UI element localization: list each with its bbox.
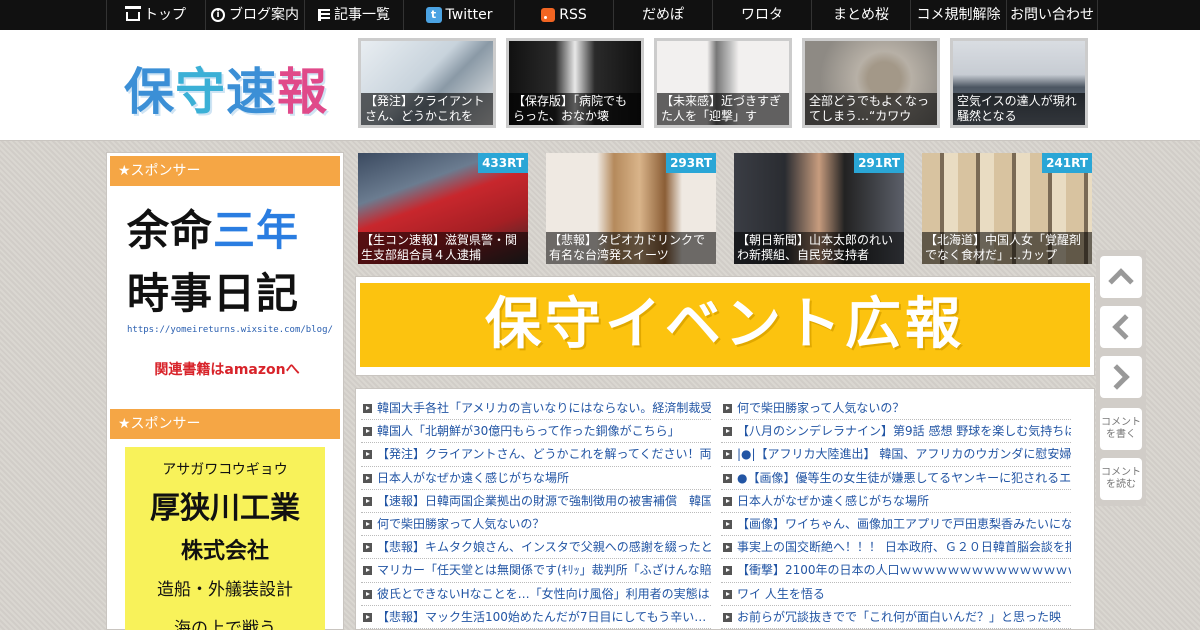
sponsor-header: ★スポンサー <box>110 409 340 439</box>
nav-blog-guide[interactable]: i ブログ案内 <box>205 0 304 30</box>
nav-warota[interactable]: ワロタ <box>712 0 811 30</box>
site-header: 保守速報 【発注】クライアントさん、どうかこれを 【保存版】「病院でもらった、お… <box>0 30 1200 141</box>
list-item[interactable]: マリカー「任天堂とは無関係です(ｷﾘｯ」裁判所「ふざけんな賠 <box>361 559 711 583</box>
left-sidebar: ★スポンサー 余命三年 時事日記 https://yomeireturns.wi… <box>106 152 344 630</box>
list-item[interactable]: 彼氏とできないHなことを…「女性向け風俗」利用者の実態は <box>361 583 711 606</box>
amazon-link[interactable]: 関連書籍はamazonへ <box>127 359 327 379</box>
rt-badge: 241RT <box>1042 153 1092 173</box>
nav-twitter[interactable]: t Twitter <box>403 0 514 30</box>
nav-contact[interactable]: お問い合わせ <box>1006 0 1098 30</box>
read-comment-button[interactable]: コメントを読む <box>1100 458 1142 500</box>
list-item[interactable]: 【速報】日韓両国企業拠出の財源で強制徴用の被害補償 韓国 <box>361 490 711 513</box>
nav-article-list[interactable]: 記事一覧 <box>304 0 403 30</box>
ranking-card[interactable]: 293RT 【悲報】タピオカドリンクで有名な台湾発スイーツ <box>546 153 716 264</box>
ranking-card[interactable]: 291RT 【朝日新聞】山本太郎のれいわ新撰組、自民党支持者 <box>734 153 904 264</box>
twitter-icon: t <box>425 7 442 23</box>
rt-badge: 291RT <box>854 153 904 173</box>
event-banner-box: 保守イベント広報 <box>355 276 1095 376</box>
article-column-left: 韓国大手各社「アメリカの言いなりにはならない。経済制裁受 韓国人「北朝鮮が30億… <box>361 397 711 629</box>
list-item[interactable]: 【画像】ワイちゃん、画像加工アプリで戸田恵梨香みたいにな <box>721 513 1071 537</box>
list-item[interactable]: 事実上の国交断絶へ！！！ 日本政府、Ｇ２０日韓首脳会談を拒 <box>721 536 1071 560</box>
chevron-left-icon <box>1112 314 1138 340</box>
header-thumb[interactable]: 全部どうでもよくなってしまう…“カワウ <box>802 38 940 128</box>
write-comment-button[interactable]: コメントを書く <box>1100 408 1142 450</box>
list-icon <box>318 9 330 21</box>
chevron-up-icon <box>1108 268 1134 294</box>
nav-rss[interactable]: RSS <box>514 0 613 30</box>
ranking-card[interactable]: 433RT 【生コン速報】滋賀県警・関生支部組合員４人逮捕 <box>358 153 528 264</box>
top-nav: トップ i ブログ案内 記事一覧 t Twitter RSS だめぽ ワロタ ま… <box>0 0 1200 30</box>
list-item[interactable]: 何で柴田勝家って人気ないの？ <box>361 513 711 537</box>
info-icon: i <box>211 8 225 22</box>
list-item[interactable]: 【八月のシンデレラナイン】第9話 感想 野球を楽しむ気持ちは <box>721 420 1071 444</box>
chevron-right-icon <box>1104 364 1130 390</box>
rt-badge: 293RT <box>666 153 716 173</box>
nav-matome-sakura[interactable]: まとめ桜 <box>811 0 910 30</box>
list-item[interactable]: 日本人がなぜか遠く感じがちな場所 <box>361 467 711 490</box>
site-logo[interactable]: 保守速報 <box>124 52 328 124</box>
next-article-button[interactable] <box>1100 356 1142 398</box>
nav-comment-unblock[interactable]: コメ規制解除 <box>910 0 1006 30</box>
nav-damepo[interactable]: だめぽ <box>613 0 712 30</box>
list-item[interactable]: ●【画像】優等生の女生徒が嫌悪してるヤンキーに犯されるエ● <box>721 467 1071 490</box>
article-list: 韓国大手各社「アメリカの言いなりにはならない。経済制裁受 韓国人「北朝鮮が30億… <box>355 388 1095 630</box>
list-item[interactable]: 【悲報】マック生活100始めたんだが7日目にしてもう辛い… <box>361 606 711 629</box>
list-item[interactable]: 何で柴田勝家って人気ないの？ <box>721 397 1071 421</box>
nav-top[interactable]: トップ <box>106 0 205 30</box>
header-thumb[interactable]: 【発注】クライアントさん、どうかこれを <box>358 38 496 128</box>
floating-nav: コメントを書く コメントを読む <box>1096 250 1146 506</box>
list-item[interactable]: 韓国大手各社「アメリカの言いなりにはならない。経済制裁受 <box>361 397 711 421</box>
list-item[interactable]: |●|【アフリカ大陸進出】 韓国、アフリカのウガンダに慰安婦の <box>721 443 1071 467</box>
ranking-card[interactable]: 241RT 【北海道】中国人女「覚醒剤でなく食材だ」…カップ <box>922 153 1092 264</box>
yomei-ad[interactable]: 余命三年 時事日記 https://yomeireturns.wixsite.c… <box>127 197 333 379</box>
home-icon <box>125 6 141 21</box>
list-item[interactable]: 【発注】クライアントさん、どうかこれを解ってください！両 <box>361 443 711 467</box>
sponsor-header: ★スポンサー <box>110 156 340 186</box>
event-banner[interactable]: 保守イベント広報 <box>360 283 1090 367</box>
list-item[interactable]: ワイ 人生を悟る <box>721 583 1071 606</box>
rss-icon <box>541 8 556 22</box>
list-item[interactable]: お前らが冗談抜きでで「これ何が面白いんだ？」と思った映 <box>721 606 1071 629</box>
asagawa-ad[interactable]: アサガワコウギョウ 厚狭川工業 株式会社 造船・外艤装設計 海の上で戦う <box>125 447 325 630</box>
article-column-right: 何で柴田勝家って人気ないの？ 【八月のシンデレラナイン】第9話 感想 野球を楽し… <box>721 397 1071 629</box>
prev-article-button[interactable] <box>1100 306 1142 348</box>
header-thumb[interactable]: 空気イスの達人が現れ騒然となる <box>950 38 1088 128</box>
list-item[interactable]: 韓国人「北朝鮮が30億円もらって作った銅像がこちら」 <box>361 420 711 444</box>
scroll-top-button[interactable] <box>1100 256 1142 298</box>
header-thumb[interactable]: 【未来感】近づきすぎた人を「迎撃」す <box>654 38 792 128</box>
header-thumb[interactable]: 【保存版】「病院でもらった、おなか壊 <box>506 38 644 128</box>
list-item[interactable]: 日本人がなぜか遠く感じがちな場所 <box>721 490 1071 513</box>
list-item[interactable]: 【衝撃】2100年の日本の人口ｗｗｗｗｗｗｗｗｗｗｗｗｗｗｗ <box>721 559 1071 583</box>
list-item[interactable]: 【悲報】キムタク娘さん、インスタで父親への感謝を綴ったと <box>361 536 711 560</box>
rt-badge: 433RT <box>478 153 528 173</box>
